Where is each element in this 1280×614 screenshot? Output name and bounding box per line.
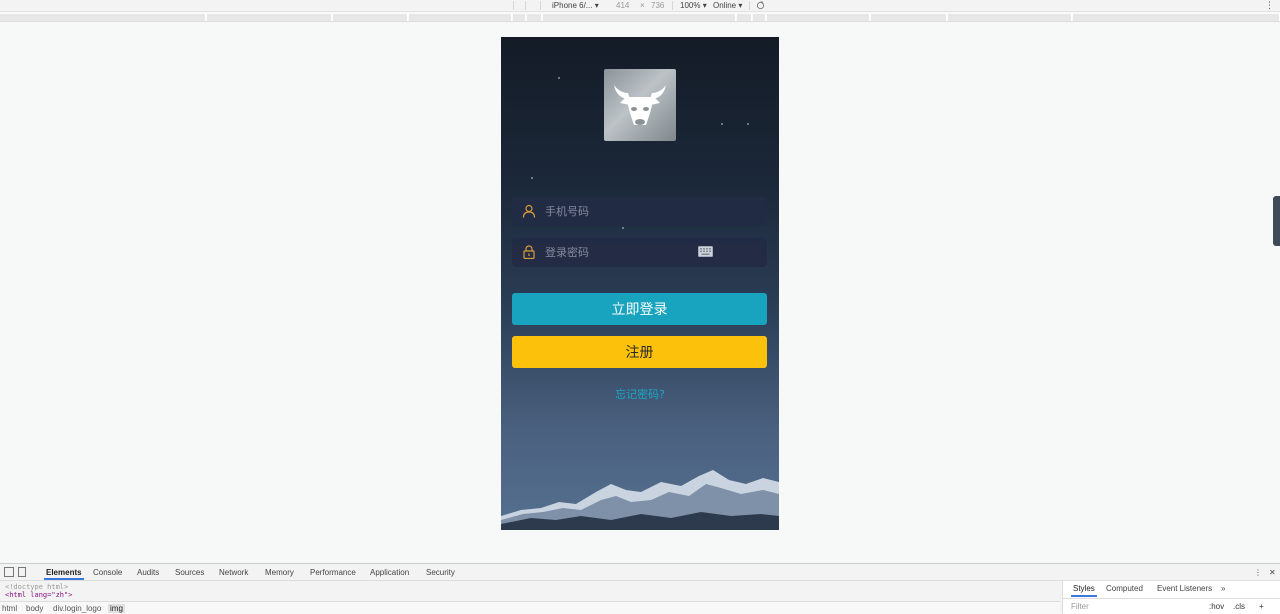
tab-elements[interactable]: Elements <box>44 568 84 580</box>
breadcrumb-img[interactable]: img <box>108 604 125 613</box>
more-options-icon[interactable]: ⋮ <box>1265 0 1274 11</box>
ruler-segment[interactable] <box>767 14 870 21</box>
cls-toggle[interactable]: .cls <box>1233 602 1245 611</box>
ruler-segment[interactable] <box>0 14 206 21</box>
mountains-illustration <box>501 470 779 530</box>
dom-line-html[interactable]: <html lang="zh"> <box>5 591 72 599</box>
tab-console[interactable]: Console <box>93 568 122 577</box>
rotate-icon[interactable] <box>756 1 765 12</box>
ruler-segment[interactable] <box>948 14 1072 21</box>
media-query-ruler <box>0 13 1280 22</box>
phone-viewport: 立即登录 注册 忘记密码? <box>501 37 779 530</box>
star <box>747 123 749 125</box>
resize-handle[interactable] <box>1273 196 1280 246</box>
styles-pane: Styles Computed Event Listeners » Filter… <box>1062 581 1280 614</box>
ruler-segment[interactable] <box>871 14 947 21</box>
breadcrumb-body[interactable]: body <box>26 604 43 613</box>
tab-network[interactable]: Network <box>219 568 248 577</box>
lock-icon <box>523 245 535 259</box>
tab-audits[interactable]: Audits <box>137 568 159 577</box>
login-logo <box>604 69 676 141</box>
bull-logo-icon <box>614 85 666 125</box>
ruler-segment[interactable] <box>527 14 542 21</box>
toolbar-separator <box>513 1 514 10</box>
phone-input[interactable] <box>545 201 755 222</box>
ruler-segment[interactable] <box>737 14 752 21</box>
ruler-segment[interactable] <box>513 14 526 21</box>
login-button[interactable]: 立即登录 <box>512 293 767 325</box>
toolbar-separator <box>525 1 526 10</box>
width-input[interactable]: 414 <box>616 1 629 10</box>
star <box>558 77 560 79</box>
password-field[interactable] <box>512 238 767 267</box>
toolbar-separator <box>749 1 750 10</box>
times-sign: × <box>640 1 645 10</box>
devtools-menu-icon[interactable]: ⋮ <box>1254 568 1262 577</box>
ruler-segment[interactable] <box>543 14 736 21</box>
tab-computed[interactable]: Computed <box>1106 584 1143 593</box>
tab-security[interactable]: Security <box>426 568 455 577</box>
device-toolbar: iPhone 6/... ▾ 414 × 736 100% ▾ Online ▾… <box>0 0 1280 12</box>
tab-event-listeners[interactable]: Event Listeners <box>1157 584 1212 593</box>
hov-toggle[interactable]: :hov <box>1209 602 1224 611</box>
network-select[interactable]: Online ▾ <box>713 1 742 10</box>
filter-input[interactable]: Filter <box>1071 602 1089 611</box>
forgot-password-link[interactable]: 忘记密码? <box>501 386 779 402</box>
tab-application[interactable]: Application <box>370 568 409 577</box>
devtools-tabbar: Elements Console Audits Sources Network … <box>0 564 1280 581</box>
register-button[interactable]: 注册 <box>512 336 767 368</box>
device-name: iPhone 6/... <box>552 1 593 10</box>
zoom-value: 100% <box>680 1 701 10</box>
user-icon <box>522 204 536 218</box>
keyboard-icon[interactable] <box>698 246 713 257</box>
star <box>721 123 723 125</box>
device-toggle-icon[interactable] <box>18 567 26 577</box>
dom-line-doctype[interactable]: <!doctype html> <box>5 583 72 591</box>
toolbar-separator <box>672 1 673 10</box>
height-input[interactable]: 736 <box>651 1 664 10</box>
ruler-segment[interactable] <box>753 14 766 21</box>
add-rule-button[interactable]: + <box>1259 602 1264 611</box>
filter-row: Filter :hov .cls + <box>1063 598 1280 614</box>
more-tabs-icon[interactable]: » <box>1221 584 1225 593</box>
tab-memory[interactable]: Memory <box>265 568 294 577</box>
tab-styles[interactable]: Styles <box>1071 584 1097 597</box>
device-select[interactable]: iPhone 6/... ▾ <box>552 1 599 10</box>
tab-sources[interactable]: Sources <box>175 568 204 577</box>
toolbar-separator <box>540 1 541 10</box>
star <box>531 177 533 179</box>
phone-field[interactable] <box>512 197 767 226</box>
ruler-segment[interactable] <box>333 14 408 21</box>
chevron-down-icon: ▾ <box>738 1 743 10</box>
ruler-segment[interactable] <box>409 14 512 21</box>
devtools-panel: Elements Console Audits Sources Network … <box>0 563 1280 614</box>
breadcrumb-div[interactable]: div.login_logo <box>53 604 101 613</box>
network-value: Online <box>713 1 737 10</box>
breadcrumb: html body div.login_logo img <box>0 601 1060 614</box>
inspect-icon[interactable] <box>4 567 14 577</box>
star <box>622 227 624 229</box>
ruler-segment[interactable] <box>1073 14 1280 21</box>
dom-tree: <!doctype html> <html lang="zh"> <box>5 583 72 599</box>
breadcrumb-html[interactable]: html <box>2 604 17 613</box>
zoom-select[interactable]: 100% ▾ <box>680 1 707 10</box>
chevron-down-icon: ▾ <box>702 1 707 10</box>
tab-performance[interactable]: Performance <box>310 568 356 577</box>
chevron-down-icon: ▾ <box>594 1 599 10</box>
ruler-segment[interactable] <box>207 14 332 21</box>
close-icon[interactable]: ✕ <box>1269 568 1276 577</box>
password-input[interactable] <box>545 242 755 263</box>
